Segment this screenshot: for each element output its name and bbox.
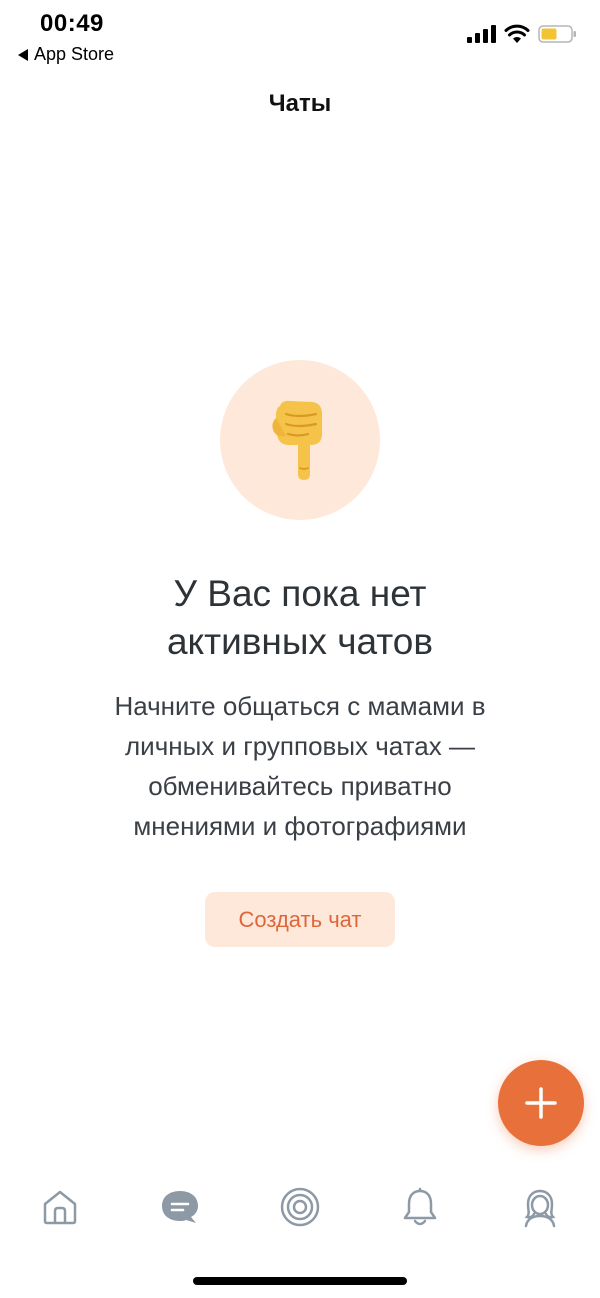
tab-chats[interactable] (155, 1182, 205, 1232)
home-icon (43, 1190, 77, 1225)
create-chat-button[interactable]: Создать чат (205, 892, 395, 947)
tab-home[interactable] (35, 1182, 85, 1232)
new-chat-fab[interactable] (498, 1060, 584, 1146)
back-triangle-icon (18, 48, 28, 61)
tab-profile[interactable] (515, 1182, 565, 1232)
bell-icon (403, 1187, 437, 1226)
empty-state-description: Начните общаться с мамами в личных и гру… (60, 686, 540, 846)
target-icon (280, 1187, 320, 1227)
bottom-tab-bar (0, 1172, 600, 1242)
home-indicator[interactable] (193, 1277, 407, 1285)
chat-icon (162, 1191, 198, 1223)
description-line: обменивайтесь приватно (148, 771, 452, 801)
wifi-icon (504, 24, 530, 43)
empty-state-heading: У Вас пока нет активных чатов (60, 570, 540, 666)
heading-line: активных чатов (166, 621, 434, 662)
tab-notifications[interactable] (395, 1182, 445, 1232)
plus-icon (525, 1087, 557, 1119)
profile-icon (524, 1189, 556, 1228)
page-title: Чаты (268, 90, 332, 117)
cellular-signal-icon (467, 25, 496, 43)
pointing-down-hand-icon (272, 400, 322, 480)
back-to-app-link[interactable]: App Store (18, 44, 114, 65)
back-app-label: App Store (34, 44, 115, 64)
status-indicators (467, 24, 578, 44)
heading-line: У Вас пока нет (173, 573, 427, 614)
battery-icon (538, 25, 576, 43)
description-line: личных и групповых чатах — (125, 731, 475, 761)
empty-state-illustration (220, 360, 380, 520)
description-line: мнениями и фотографиями (133, 811, 467, 841)
description-line: Начните общаться с мамами в (114, 691, 486, 721)
tab-target[interactable] (275, 1182, 325, 1232)
status-time: 00:49 (40, 10, 104, 37)
